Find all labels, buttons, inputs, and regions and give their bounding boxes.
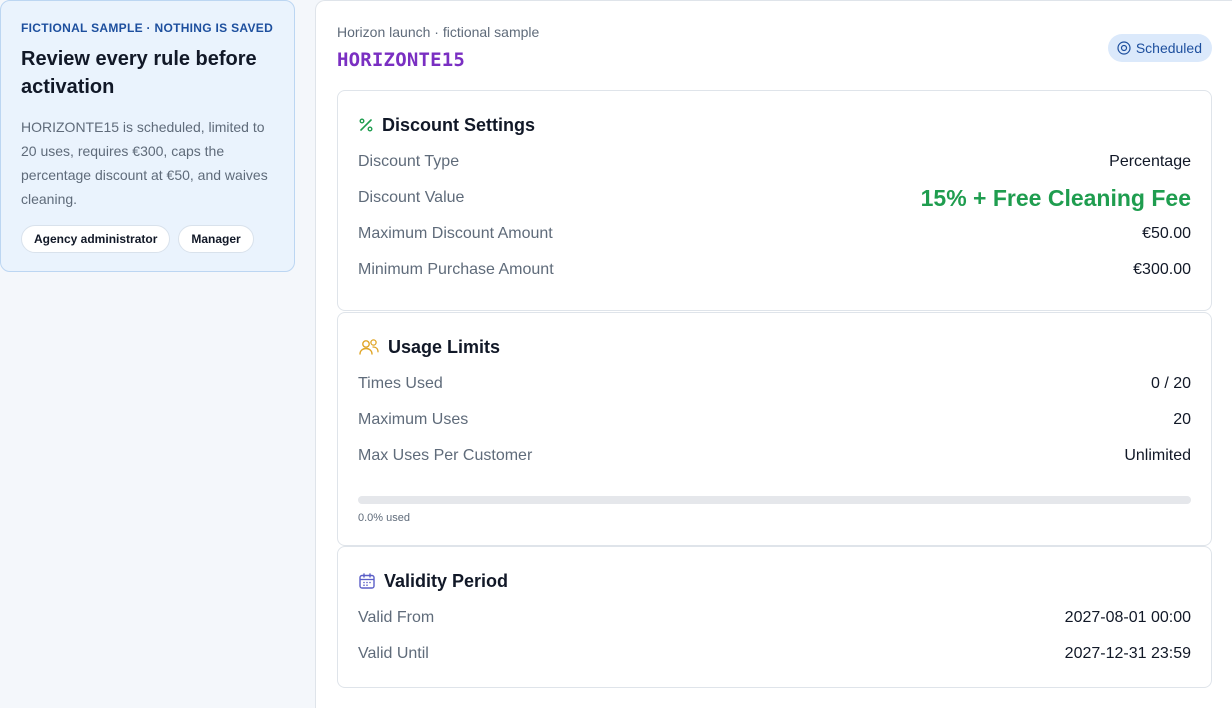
info-card: FICTIONAL SAMPLE · NOTHING IS SAVED Revi… xyxy=(0,0,295,272)
row-label: Valid Until xyxy=(358,645,429,662)
row-label: Maximum Uses xyxy=(358,411,469,428)
detail-row: Maximum Uses 20 xyxy=(358,409,1191,431)
discount-value-highlight: 15% + Free Cleaning Fee xyxy=(920,184,1191,211)
usage-limits-card: Usage Limits Times Used 0 / 20 Maximum U… xyxy=(337,312,1212,546)
usage-progress-label: 0.0% used xyxy=(358,512,410,524)
detail-row: Valid From 2027-08-01 00:00 xyxy=(358,607,1191,629)
calendar-icon xyxy=(359,573,375,589)
usage-limits-heading: Usage Limits xyxy=(358,335,1191,359)
percent-icon xyxy=(359,118,373,132)
target-circle-icon xyxy=(1117,41,1131,55)
row-value: 2027-12-31 23:59 xyxy=(1064,645,1191,662)
row-value: €300.00 xyxy=(1133,261,1191,278)
detail-row: Maximum Discount Amount €50.00 xyxy=(358,223,1191,245)
row-value: 2027-08-01 00:00 xyxy=(1064,609,1191,626)
discount-settings-title: Discount Settings xyxy=(382,114,536,135)
detail-row: Times Used 0 / 20 xyxy=(358,373,1191,395)
row-label: Times Used xyxy=(358,375,443,392)
role-chip-manager: Manager xyxy=(178,225,254,253)
users-icon xyxy=(359,339,379,355)
usage-limits-title: Usage Limits xyxy=(388,336,501,357)
row-value: 0 / 20 xyxy=(1150,375,1191,392)
role-chip-agency-admin: Agency administrator xyxy=(21,225,171,253)
row-label: Valid From xyxy=(358,609,435,626)
coupon-code: HORIZONTE15 xyxy=(337,49,466,71)
row-label: Maximum Discount Amount xyxy=(358,225,553,242)
row-value: Unlimited xyxy=(1124,447,1191,464)
detail-row: Valid Until 2027-12-31 23:59 xyxy=(358,643,1191,665)
detail-row: Discount Value 15% + Free Cleaning Fee xyxy=(358,183,1191,213)
row-value: Percentage xyxy=(1109,153,1191,170)
status-badge: Scheduled xyxy=(1107,34,1212,62)
row-label: Minimum Purchase Amount xyxy=(358,261,554,278)
info-description: HORIZONTE15 is scheduled, limited to 20 … xyxy=(21,119,268,207)
validity-period-heading: Validity Period xyxy=(358,569,1191,593)
usage-progress-bar xyxy=(358,496,1191,504)
discount-settings-card: Discount Settings Discount Type Percenta… xyxy=(337,90,1212,311)
status-label: Scheduled xyxy=(1135,40,1202,56)
validity-period-card: Validity Period Valid From 2027-08-01 00… xyxy=(337,546,1212,688)
detail-row: Discount Type Percentage xyxy=(358,151,1191,173)
validity-period-title: Validity Period xyxy=(384,570,509,591)
eyebrow: FICTIONAL SAMPLE · NOTHING IS SAVED xyxy=(21,21,274,35)
info-title: Review every rule before activation xyxy=(21,48,257,98)
role-chips: Agency administrator Manager xyxy=(21,225,274,253)
detail-row: Max Uses Per Customer Unlimited xyxy=(358,445,1191,467)
row-value: €50.00 xyxy=(1142,225,1191,242)
row-label: Discount Type xyxy=(358,153,460,170)
coupon-kicker: Horizon launch · fictional sample xyxy=(337,24,540,40)
detail-row: Minimum Purchase Amount €300.00 xyxy=(358,259,1191,281)
row-label: Discount Value xyxy=(358,189,465,206)
row-label: Max Uses Per Customer xyxy=(358,447,533,464)
discount-settings-heading: Discount Settings xyxy=(358,113,1191,137)
row-value: 20 xyxy=(1173,411,1191,428)
coupon-detail-panel: Horizon launch · fictional sample HORIZO… xyxy=(315,0,1232,708)
